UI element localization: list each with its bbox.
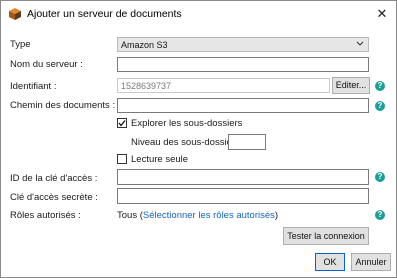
access-key-id-input[interactable]	[117, 169, 369, 185]
title-bar: Ajouter un serveur de documents ✕	[1, 1, 396, 28]
checkmark-icon	[118, 120, 126, 127]
secret-key-input[interactable]	[117, 188, 369, 204]
document-path-label: Chemin des documents :	[10, 100, 116, 111]
read-only-label: Lecture seule	[131, 154, 189, 165]
document-path-help-icon[interactable]: ?	[375, 101, 385, 111]
type-select-value: Amazon S3	[121, 40, 168, 50]
edit-button-label: Editer...	[335, 80, 367, 90]
test-connection-button[interactable]: Tester la connexion	[283, 227, 369, 245]
subfolder-level-input[interactable]	[228, 134, 266, 150]
server-name-input[interactable]	[117, 57, 369, 72]
edit-identifier-button[interactable]: Editer...	[332, 77, 370, 94]
authorized-roles-label: Rôles autorisés :	[10, 210, 81, 221]
roles-close-paren: )	[274, 210, 279, 221]
document-path-input[interactable]	[117, 98, 369, 113]
secret-key-label: Clé d'accès secrète :	[10, 192, 98, 203]
explore-subfolders-checkbox[interactable]	[117, 118, 127, 128]
type-label: Type	[10, 39, 31, 50]
authorized-roles-help-icon[interactable]: ?	[375, 210, 385, 220]
cancel-button[interactable]: Annuler	[351, 253, 391, 271]
add-document-server-dialog: Ajouter un serveur de documents ✕ Type A…	[0, 0, 397, 278]
ok-button[interactable]: OK	[315, 253, 345, 271]
select-roles-link[interactable]: Sélectionner les rôles autorisés	[143, 210, 275, 221]
close-button[interactable]: ✕	[373, 5, 391, 23]
subfolder-level-label: Niveau des sous-dossiers:	[131, 137, 243, 148]
identifier-help-icon[interactable]: ?	[375, 81, 385, 91]
read-only-checkbox[interactable]	[117, 154, 127, 164]
authorized-roles-value: Tous	[117, 210, 138, 221]
dialog-title: Ajouter un serveur de documents	[27, 8, 182, 20]
authorized-roles-text: Tous (Sélectionner les rôles autorisés)	[117, 210, 278, 221]
identifier-label: Identifiant :	[10, 81, 57, 92]
access-key-id-label: ID de la clé d'accès :	[10, 173, 98, 184]
explore-subfolders-label: Explorer les sous-dossiers	[131, 118, 243, 129]
chevron-down-icon	[356, 39, 364, 47]
server-name-label: Nom du serveur :	[10, 59, 83, 70]
app-cube-icon	[8, 7, 22, 21]
type-select[interactable]: Amazon S3	[117, 37, 369, 52]
identifier-field: 1528639737	[117, 78, 330, 93]
access-key-help-icon[interactable]: ?	[375, 172, 385, 182]
